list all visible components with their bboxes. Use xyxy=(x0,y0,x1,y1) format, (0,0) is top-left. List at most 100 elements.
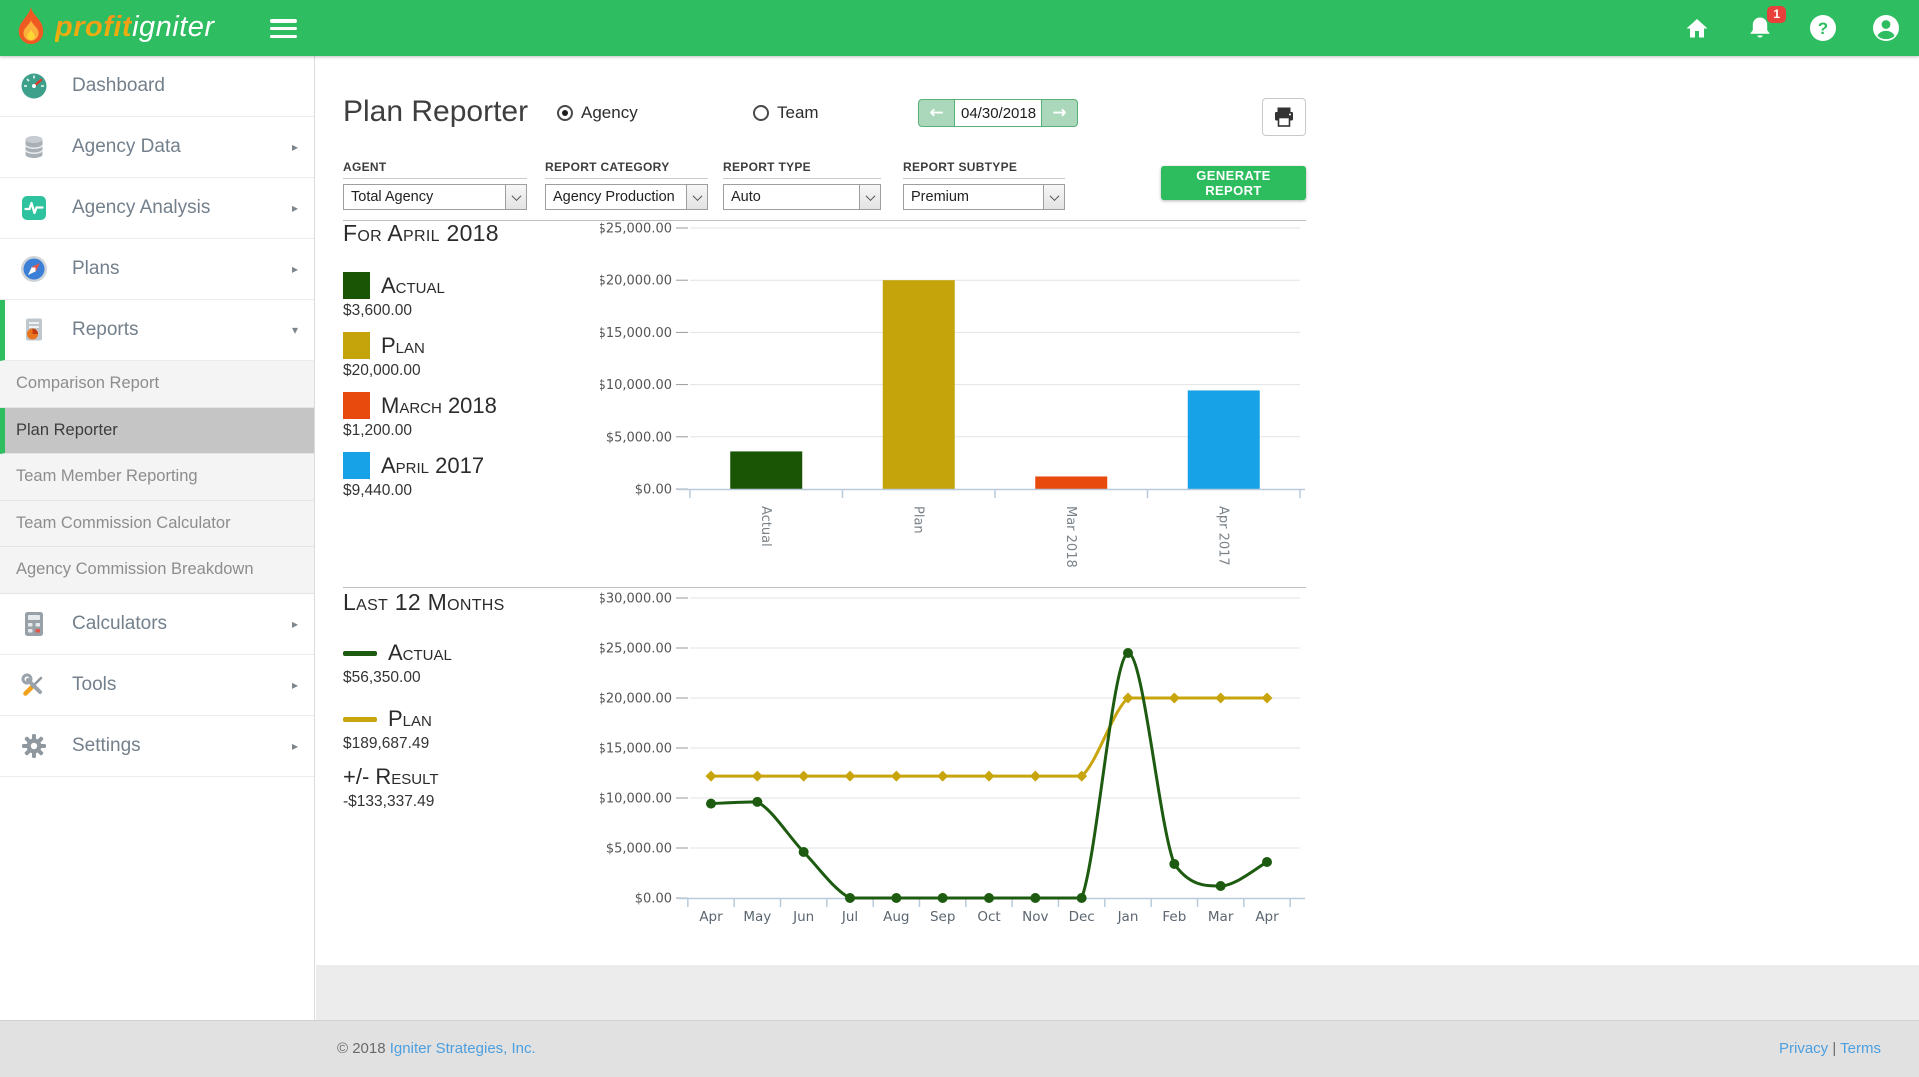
sidebar-subitem-team-member-reporting[interactable]: Team Member Reporting xyxy=(0,454,314,501)
filter-report-type: REPORT TYPE Auto xyxy=(723,160,881,210)
svg-text:$5,000.00: $5,000.00 xyxy=(606,842,672,857)
radio-agency[interactable]: Agency xyxy=(557,103,638,123)
section-divider xyxy=(343,587,1306,588)
privacy-link[interactable]: Privacy xyxy=(1779,1040,1828,1057)
chevron-down-icon: ▾ xyxy=(292,323,298,337)
svg-text:Mar 2018: Mar 2018 xyxy=(1063,506,1078,568)
svg-text:Jun: Jun xyxy=(792,909,814,925)
report-type-select[interactable]: Auto xyxy=(723,184,881,210)
legend-swatch xyxy=(343,272,370,299)
company-link[interactable]: Igniter Strategies, Inc. xyxy=(390,1040,536,1057)
svg-text:Apr 2017: Apr 2017 xyxy=(1215,506,1230,566)
legend-swatch xyxy=(343,392,370,419)
agent-select[interactable]: Total Agency xyxy=(343,184,527,210)
sidebar-item-settings[interactable]: Settings ▸ xyxy=(0,716,314,777)
sidebar-item-agency-data[interactable]: Agency Data ▸ xyxy=(0,117,314,178)
sidebar-item-tools[interactable]: Tools ▸ xyxy=(0,655,314,716)
report-category-select[interactable]: Agency Production xyxy=(545,184,708,210)
filter-agent: AGENT Total Agency xyxy=(343,160,527,210)
legend-item-actual-line: Actual $56,350.00 xyxy=(343,640,452,687)
chevron-down-icon xyxy=(686,185,707,209)
gauge-icon xyxy=(19,71,49,101)
svg-text:Aug: Aug xyxy=(883,909,909,925)
sidebar-item-plans[interactable]: Plans ▸ xyxy=(0,239,314,300)
radio-agency-button[interactable] xyxy=(557,105,573,121)
date-input[interactable] xyxy=(954,100,1042,126)
sidebar-subitem-plan-reporter[interactable]: Plan Reporter xyxy=(0,408,314,455)
next-date-button[interactable]: → xyxy=(1042,100,1077,126)
svg-text:Plan: Plan xyxy=(910,506,925,534)
svg-text:$0.00: $0.00 xyxy=(635,483,672,498)
generate-report-button[interactable]: GENERATE REPORT xyxy=(1161,166,1306,200)
date-navigator: ← → xyxy=(918,99,1078,127)
svg-text:$20,000.00: $20,000.00 xyxy=(600,274,672,289)
sidebar-subitem-comparison-report[interactable]: Comparison Report xyxy=(0,361,314,408)
chevron-right-icon: ▸ xyxy=(292,262,298,276)
bar-chart-title: For April 2018 xyxy=(343,220,499,247)
legend-item-result: +/- Result -$133,337.49 xyxy=(343,764,439,811)
monthly-bar-chart: $25,000.00$20,000.00$15,000.00$10,000.00… xyxy=(600,222,1306,574)
chevron-right-icon: ▸ xyxy=(292,617,298,631)
previous-date-button[interactable]: ← xyxy=(919,100,954,126)
legend-value: $3,600.00 xyxy=(343,302,445,320)
sidebar-item-reports[interactable]: Reports ▾ xyxy=(0,300,314,361)
sidebar-item-label: Tools xyxy=(72,674,292,696)
brand-logo[interactable]: profitigniter xyxy=(14,5,215,49)
content-bottom-band xyxy=(316,965,1919,1020)
sidebar-item-dashboard[interactable]: Dashboard xyxy=(0,56,314,117)
printer-icon xyxy=(1272,105,1296,129)
legend-item-april-2017: April 2017 $9,440.00 xyxy=(343,452,484,500)
sidebar-item-label: Agency Analysis xyxy=(72,197,292,219)
compass-icon xyxy=(19,254,49,284)
sidebar-item-label: Agency Data xyxy=(72,136,292,158)
legend-item-actual: Actual $3,600.00 xyxy=(343,272,445,320)
legend-item-plan: Plan $20,000.00 xyxy=(343,332,425,380)
legend-value: $189,687.49 xyxy=(343,735,432,753)
gear-icon xyxy=(19,731,49,761)
filter-report-type-label: REPORT TYPE xyxy=(723,160,881,179)
svg-text:$30,000.00: $30,000.00 xyxy=(600,592,672,607)
svg-text:$15,000.00: $15,000.00 xyxy=(600,326,672,341)
chevron-down-icon xyxy=(859,185,880,209)
report-pie-icon xyxy=(19,315,49,345)
terms-link[interactable]: Terms xyxy=(1840,1040,1881,1057)
print-button[interactable] xyxy=(1262,98,1306,136)
user-profile-icon[interactable] xyxy=(1871,13,1901,43)
radio-agency-label: Agency xyxy=(581,103,638,123)
sidebar-item-calculators[interactable]: Calculators ▸ xyxy=(0,594,314,655)
svg-text:Actual: Actual xyxy=(758,506,773,547)
legend-value: $20,000.00 xyxy=(343,362,425,380)
sidebar-item-label: Settings xyxy=(72,735,292,757)
legend-item-march-2018: March 2018 $1,200.00 xyxy=(343,392,497,440)
sidebar-subitem-team-commission-calculator[interactable]: Team Commission Calculator xyxy=(0,501,314,548)
filter-agent-label: AGENT xyxy=(343,160,527,179)
help-icon[interactable]: ? xyxy=(1808,13,1838,43)
filter-report-category-label: REPORT CATEGORY xyxy=(545,160,708,179)
sidebar-subitem-label: Agency Commission Breakdown xyxy=(16,560,254,579)
notifications-bell-icon[interactable]: 1 xyxy=(1745,13,1775,43)
legend-swatch xyxy=(343,452,370,479)
svg-text:?: ? xyxy=(1818,19,1828,38)
legend-value: $56,350.00 xyxy=(343,669,452,687)
legend-value: $1,200.00 xyxy=(343,422,497,440)
calculator-icon xyxy=(19,609,49,639)
sidebar-subitem-agency-commission-breakdown[interactable]: Agency Commission Breakdown xyxy=(0,547,314,594)
sidebar-item-agency-analysis[interactable]: Agency Analysis ▸ xyxy=(0,178,314,239)
sidebar-item-label: Plans xyxy=(72,258,292,280)
svg-text:Jan: Jan xyxy=(1117,909,1139,925)
svg-text:Dec: Dec xyxy=(1069,909,1095,925)
home-icon[interactable] xyxy=(1682,13,1712,43)
radio-team[interactable]: Team xyxy=(753,103,819,123)
page-title: Plan Reporter xyxy=(343,95,528,129)
svg-text:Sep: Sep xyxy=(930,909,955,925)
sidebar-subitem-label: Plan Reporter xyxy=(16,421,118,440)
svg-text:$5,000.00: $5,000.00 xyxy=(606,430,672,445)
radio-team-button[interactable] xyxy=(753,105,769,121)
filter-report-subtype: REPORT SUBTYPE Premium xyxy=(903,160,1065,210)
chevron-down-icon xyxy=(1043,185,1064,209)
svg-text:Apr: Apr xyxy=(1255,909,1279,925)
menu-toggle-icon[interactable] xyxy=(270,19,297,38)
svg-text:Feb: Feb xyxy=(1162,909,1186,925)
legend-line-swatch xyxy=(343,651,377,656)
report-subtype-select[interactable]: Premium xyxy=(903,184,1065,210)
